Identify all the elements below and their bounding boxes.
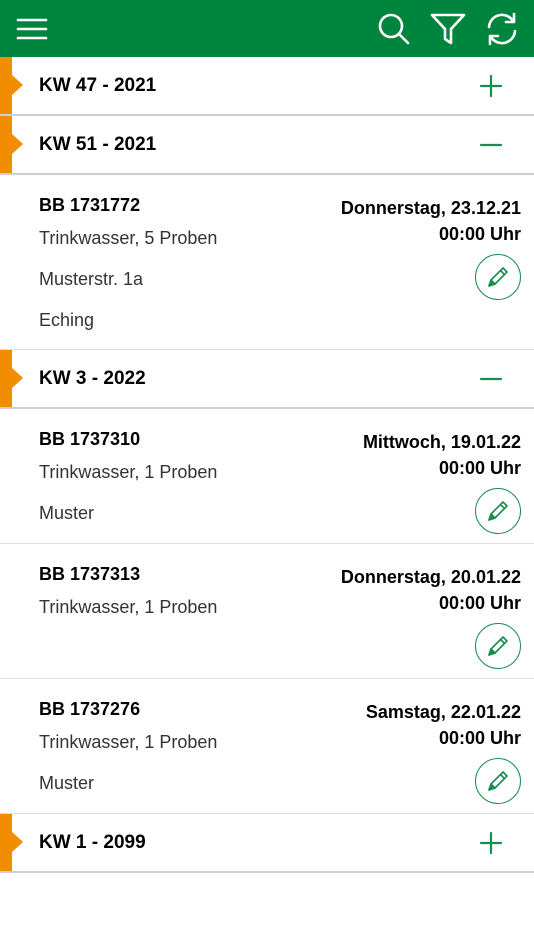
appointment-time: 00:00 Uhr <box>438 728 521 748</box>
list-item[interactable]: BB 1737310 Trinkwasser, 1 Proben Muster Mit… <box>0 409 534 544</box>
week-marker <box>0 57 23 114</box>
minus-icon <box>479 143 503 147</box>
search-icon <box>378 13 410 44</box>
filter-button[interactable] <box>429 0 467 57</box>
entry-detail-line: Muster <box>39 773 95 793</box>
entry-detail-line: Muster <box>39 503 95 523</box>
week-header[interactable]: KW 51 - 2021 <box>0 116 534 175</box>
week-header[interactable]: KW 1 - 2099 <box>0 814 534 873</box>
week-title: KW 1 - 2099 <box>39 832 146 853</box>
appointment-date: Donnerstag, 20.01.22 00:00 Uhr <box>341 564 521 616</box>
entry-detail-line: Trinkwasser, 1 Proben <box>39 732 218 752</box>
appointment-time: 00:00 Uhr <box>438 224 521 244</box>
menu-button[interactable] <box>14 0 50 57</box>
order-id: BB 1737276 <box>39 699 141 719</box>
week-marker <box>0 814 23 871</box>
week-header[interactable]: KW 3 - 2022 <box>0 350 534 409</box>
appointment-date: Mittwoch, 19.01.22 00:00 Uhr <box>363 429 521 481</box>
appointment-weekday-date: Donnerstag, 23.12.21 <box>340 198 521 218</box>
collapse-button[interactable] <box>478 132 504 158</box>
list-item[interactable]: BB 1737313 Trinkwasser, 1 Proben Donnersta… <box>0 544 534 679</box>
order-id: BB 1731772 <box>39 195 141 215</box>
pencil-icon <box>488 636 508 656</box>
plus-icon <box>479 831 503 855</box>
list-item[interactable]: BB 1731772 Trinkwasser, 5 Proben Musterstr… <box>0 175 534 350</box>
week-marker <box>0 350 23 407</box>
week-header[interactable]: KW 47 - 2021 <box>0 57 534 116</box>
pencil-icon <box>488 501 508 521</box>
appointment-weekday-date: Mittwoch, 19.01.22 <box>362 432 521 452</box>
entry-detail-line: Trinkwasser, 5 Proben <box>39 228 218 248</box>
appointment-time: 00:00 Uhr <box>438 593 521 613</box>
plus-icon <box>479 74 503 98</box>
week-title: KW 47 - 2021 <box>39 75 157 96</box>
expand-button[interactable] <box>478 73 504 99</box>
week-list: KW 47 - 2021 KW 51 - 2021 BB 1731772 Trinkw… <box>0 57 534 873</box>
appointment-weekday-date: Donnerstag, 20.01.22 <box>340 567 521 587</box>
filter-icon <box>430 13 466 44</box>
entry-detail-line: Trinkwasser, 1 Proben <box>39 597 218 617</box>
entry-detail-line: Trinkwasser, 1 Proben <box>39 462 218 482</box>
pencil-icon <box>488 771 508 791</box>
hamburger-icon <box>16 18 48 39</box>
week-marker <box>0 116 23 173</box>
appointment-weekday-date: Samstag, 22.01.22 <box>365 702 521 722</box>
collapse-button[interactable] <box>478 366 504 392</box>
search-button[interactable] <box>376 0 412 57</box>
refresh-button[interactable] <box>482 0 522 57</box>
list-item[interactable]: BB 1737276 Trinkwasser, 1 Proben Muster Sam… <box>0 679 534 814</box>
minus-icon <box>479 377 503 381</box>
edit-button[interactable] <box>475 623 521 669</box>
week-title: KW 3 - 2022 <box>39 368 146 389</box>
edit-button[interactable] <box>475 254 521 300</box>
entry-detail-line: Musterstr. 1a <box>39 269 144 289</box>
appointment-date: Samstag, 22.01.22 00:00 Uhr <box>366 699 521 751</box>
pencil-icon <box>488 267 508 287</box>
entry-detail-line: Eching <box>39 310 95 330</box>
edit-button[interactable] <box>475 488 521 534</box>
order-id: BB 1737313 <box>39 564 141 584</box>
refresh-icon <box>487 12 517 45</box>
top-bar <box>0 0 534 57</box>
expand-button[interactable] <box>478 830 504 856</box>
appointment-date: Donnerstag, 23.12.21 00:00 Uhr <box>341 195 521 247</box>
week-title: KW 51 - 2021 <box>39 134 157 155</box>
appointment-time: 00:00 Uhr <box>438 458 521 478</box>
edit-button[interactable] <box>475 758 521 804</box>
order-id: BB 1737310 <box>39 429 141 449</box>
